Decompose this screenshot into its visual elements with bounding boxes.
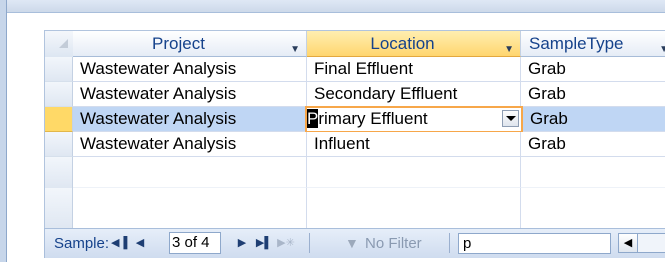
horizontal-scrollbar[interactable]: ◀: [618, 233, 665, 253]
text-cursor-highlight: P: [307, 109, 319, 128]
record-selector-current[interactable]: [45, 107, 73, 132]
record-nav-label: Sample:: [54, 235, 110, 252]
no-filter-button[interactable]: No Filter: [365, 235, 422, 252]
sort-filter-dropdown-icon[interactable]: ▼: [290, 37, 300, 56]
empty-cell: [73, 188, 307, 229]
previous-record-icon[interactable]: ◀: [133, 234, 147, 252]
column-header-label: Location: [370, 34, 435, 53]
cell-location[interactable]: Influent: [307, 132, 521, 157]
no-filter-icon[interactable]: ▼: [345, 235, 363, 251]
column-header-location[interactable]: Location ▼: [307, 31, 521, 57]
cell-location[interactable]: Final Effluent: [307, 57, 521, 82]
first-record-button[interactable]: [111, 234, 127, 252]
cell-project[interactable]: Wastewater Analysis: [73, 82, 307, 107]
cell-location-combobox[interactable]: Primary Effluent: [305, 106, 523, 133]
datasheet-window: Project ▼ Location ▼ SampleType ▼ Wastew…: [0, 0, 665, 262]
nav-separator: [449, 233, 450, 253]
nav-separator: [309, 233, 310, 253]
select-all-button[interactable]: [45, 31, 74, 58]
record-selector-empty: [45, 157, 73, 188]
record-selector[interactable]: [45, 132, 73, 157]
cell-project[interactable]: Wastewater Analysis: [73, 107, 307, 132]
search-input[interactable]: p: [458, 233, 611, 254]
next-record-icon[interactable]: ▶: [235, 234, 249, 252]
empty-cell: [307, 157, 521, 188]
record-selector[interactable]: [45, 57, 73, 82]
select-all-icon: [59, 39, 68, 48]
column-header-sampletype[interactable]: SampleType ▼: [521, 31, 665, 57]
record-counter-input[interactable]: 3 of 4: [169, 232, 221, 254]
empty-cell: [521, 188, 665, 229]
empty-cell: [521, 157, 665, 188]
cell-sampletype[interactable]: Grab: [521, 132, 665, 157]
column-header-project[interactable]: Project ▼: [73, 31, 307, 57]
cell-sampletype[interactable]: Grab: [521, 82, 665, 107]
column-header-label: SampleType: [529, 34, 624, 53]
sort-filter-dropdown-icon[interactable]: ▼: [504, 37, 514, 56]
column-header-label: Project: [152, 34, 205, 53]
combobox-dropdown-button[interactable]: [502, 110, 519, 127]
cell-sampletype[interactable]: Grab: [521, 57, 665, 82]
last-record-icon[interactable]: ▶▌: [255, 234, 273, 252]
sort-filter-dropdown-icon[interactable]: ▼: [659, 37, 665, 56]
cell-sampletype[interactable]: Grab: [523, 107, 665, 132]
empty-cell: [307, 188, 521, 229]
cell-location-text: rimary Effluent: [318, 109, 428, 128]
cell-project[interactable]: Wastewater Analysis: [73, 132, 307, 157]
window-top-border: [0, 0, 665, 13]
cell-location[interactable]: Secondary Effluent: [307, 82, 521, 107]
cell-project[interactable]: Wastewater Analysis: [73, 57, 307, 82]
scroll-left-icon[interactable]: ◀: [619, 234, 638, 252]
record-navigation-bar: Sample: ◀▐ ◀ 3 of 4 ▶ ▶▌ ▶✳ ▼ No Filter …: [44, 228, 665, 258]
pane-divider: [6, 0, 7, 262]
record-selector-empty: [45, 188, 73, 229]
new-record-icon[interactable]: ▶✳: [277, 234, 295, 252]
empty-cell: [73, 157, 307, 188]
record-selector[interactable]: [45, 82, 73, 107]
datasheet-grid: Project ▼ Location ▼ SampleType ▼ Wastew…: [44, 30, 665, 239]
